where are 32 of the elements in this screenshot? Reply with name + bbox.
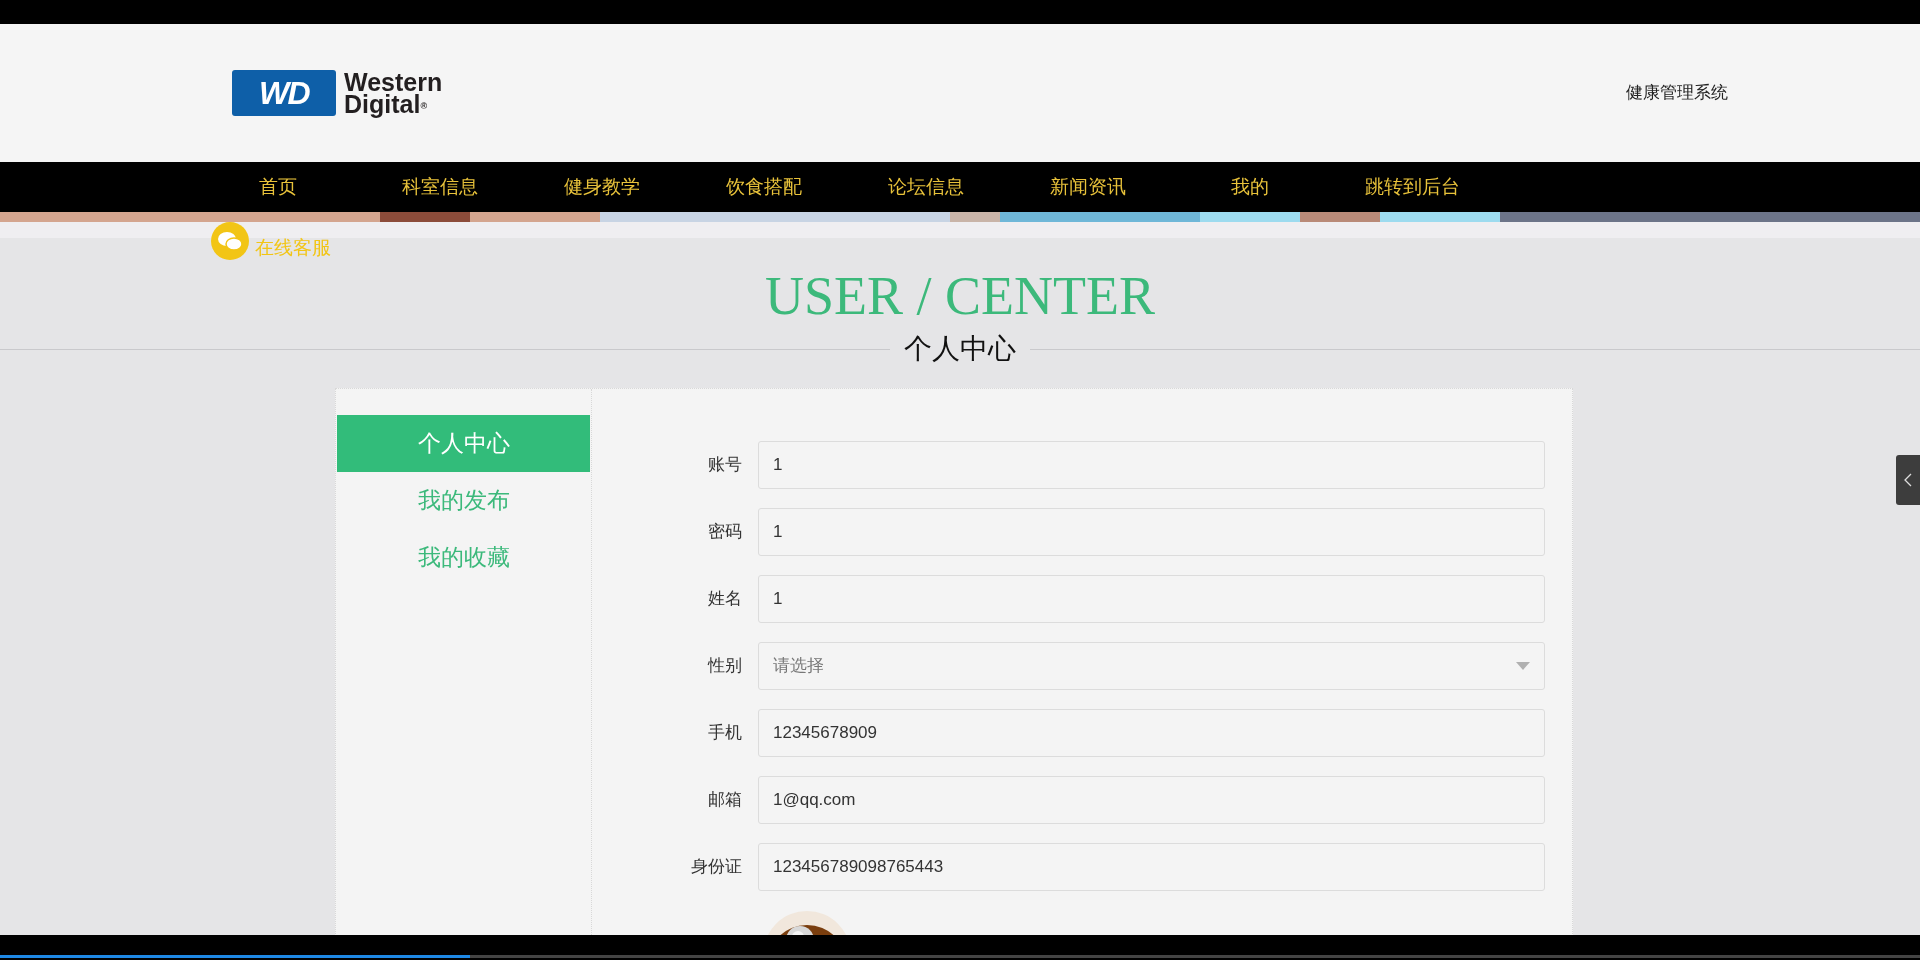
nav-link[interactable]: 论坛信息 — [845, 172, 1007, 202]
progress-track[interactable] — [0, 955, 1920, 958]
field-label: 姓名 — [707, 588, 743, 611]
nav-link[interactable]: 新闻资讯 — [1007, 172, 1169, 202]
field-label: 账号 — [707, 454, 743, 477]
input-field[interactable]: 1@qq.com — [758, 776, 1545, 824]
chat-icon[interactable] — [211, 222, 249, 261]
chevron-left-icon — [1904, 473, 1912, 487]
field-label: 性别 — [706, 655, 743, 678]
field-label: 手机 — [707, 722, 743, 745]
nav-link[interactable]: 我的 — [1169, 172, 1331, 202]
field-label: 身份证 — [690, 856, 743, 879]
nav-link[interactable]: 科室信息 — [359, 172, 521, 202]
page-subtitle: 个人中心 — [903, 332, 1017, 366]
select-placeholder: 请选择 — [773, 655, 824, 678]
input-field[interactable]: 1 — [758, 575, 1545, 623]
nav-link[interactable]: 健身教学 — [521, 172, 683, 202]
field-label: 密码 — [707, 521, 743, 544]
field-label: 邮箱 — [707, 789, 743, 812]
logo[interactable]: WD Western Digital$^{®}$ — [232, 70, 443, 116]
input-field[interactable]: 12345678909 — [758, 709, 1545, 757]
input-field[interactable]: 123456789098765443 — [758, 843, 1545, 891]
input-field[interactable]: 1 — [758, 508, 1545, 556]
nav-link[interactable]: 饮食搭配 — [683, 172, 845, 202]
side-panel-toggle[interactable] — [1896, 455, 1920, 505]
nav-link[interactable]: 首页 — [197, 172, 359, 202]
input-field[interactable]: 1 — [758, 441, 1545, 489]
page-title: USER / CENTER — [765, 265, 1155, 328]
caret-icon — [1516, 662, 1530, 670]
site-title: 健康管理系统 — [1626, 82, 1728, 105]
select-field[interactable]: 请选择 — [758, 642, 1545, 690]
nav-link[interactable]: 跳转到后台 — [1331, 172, 1493, 202]
